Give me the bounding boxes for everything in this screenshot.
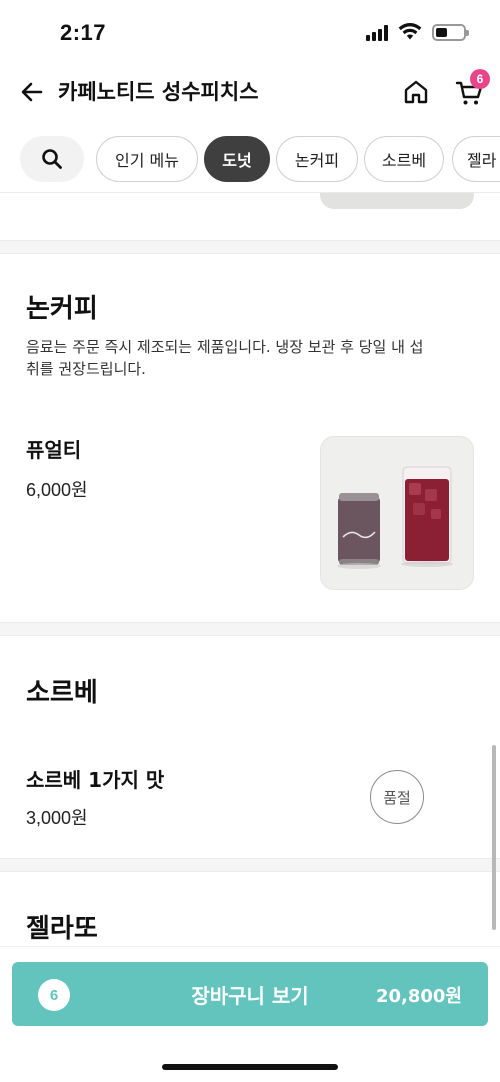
category-chip-row: 인기 메뉴 도넛 논커피 소르베 젤라 (0, 134, 500, 184)
search-icon (42, 149, 62, 169)
search-button[interactable] (20, 136, 84, 182)
section-divider (0, 240, 500, 254)
section-title-sorbet: 소르베 (26, 678, 98, 708)
back-button[interactable] (16, 76, 48, 108)
section-title-gelato: 젤라또 (26, 914, 98, 944)
section-title-noncoffee: 논커피 (26, 294, 98, 324)
section-divider (0, 622, 500, 636)
drink-illustration (337, 466, 453, 569)
category-chip-sorbet[interactable]: 소르베 (364, 136, 444, 182)
home-indicator[interactable] (162, 1064, 338, 1070)
category-chip-gelato[interactable]: 젤라 (452, 136, 500, 182)
signal-icon (366, 25, 388, 41)
sold-out-badge: 품절 (370, 770, 424, 824)
description-line-1: 음료는 주문 즉시 제조되는 제품입니다. 냉장 보관 후 당일 내 섭 (26, 338, 424, 356)
wifi-icon (398, 23, 422, 40)
status-time: 2:17 (60, 20, 107, 45)
scrollbar[interactable] (492, 745, 496, 930)
status-bar: 2:17 (0, 0, 500, 64)
menu-item-price: 3,000원 (26, 808, 88, 828)
menu-item-name[interactable]: 소르베 1가지 맛 (26, 764, 164, 793)
menu-item-price: 6,000원 (26, 480, 88, 500)
battery-icon (432, 24, 469, 41)
category-chip-popular[interactable]: 인기 메뉴 (96, 136, 198, 182)
cart-item-count: 6 (38, 979, 70, 1011)
description-line-2: 취를 권장드립니다. (26, 360, 146, 378)
app-header: 카페노티드 성수피치스 (0, 64, 500, 120)
cart-count-badge: 6 (470, 69, 490, 89)
menu-item-name[interactable]: 퓨얼티 (26, 434, 81, 463)
category-chip-donut[interactable]: 도넛 (204, 136, 270, 182)
section-description-noncoffee: 음료는 주문 즉시 제조되는 제품입니다. 냉장 보관 후 당일 내 섭 취를 … (26, 336, 476, 380)
home-button[interactable] (400, 76, 432, 108)
section-divider (0, 858, 500, 872)
cart-total-price: 20,800원 (375, 986, 462, 1007)
category-chip-noncoffee[interactable]: 논커피 (276, 136, 358, 182)
menu-item-image[interactable] (320, 436, 474, 590)
previous-item-image[interactable] (320, 193, 474, 209)
home-icon (404, 80, 428, 104)
store-title: 카페노티드 성수피치스 (58, 80, 259, 104)
back-arrow-icon (21, 82, 43, 102)
view-cart-label: 장바구니 보기 (191, 984, 309, 1008)
